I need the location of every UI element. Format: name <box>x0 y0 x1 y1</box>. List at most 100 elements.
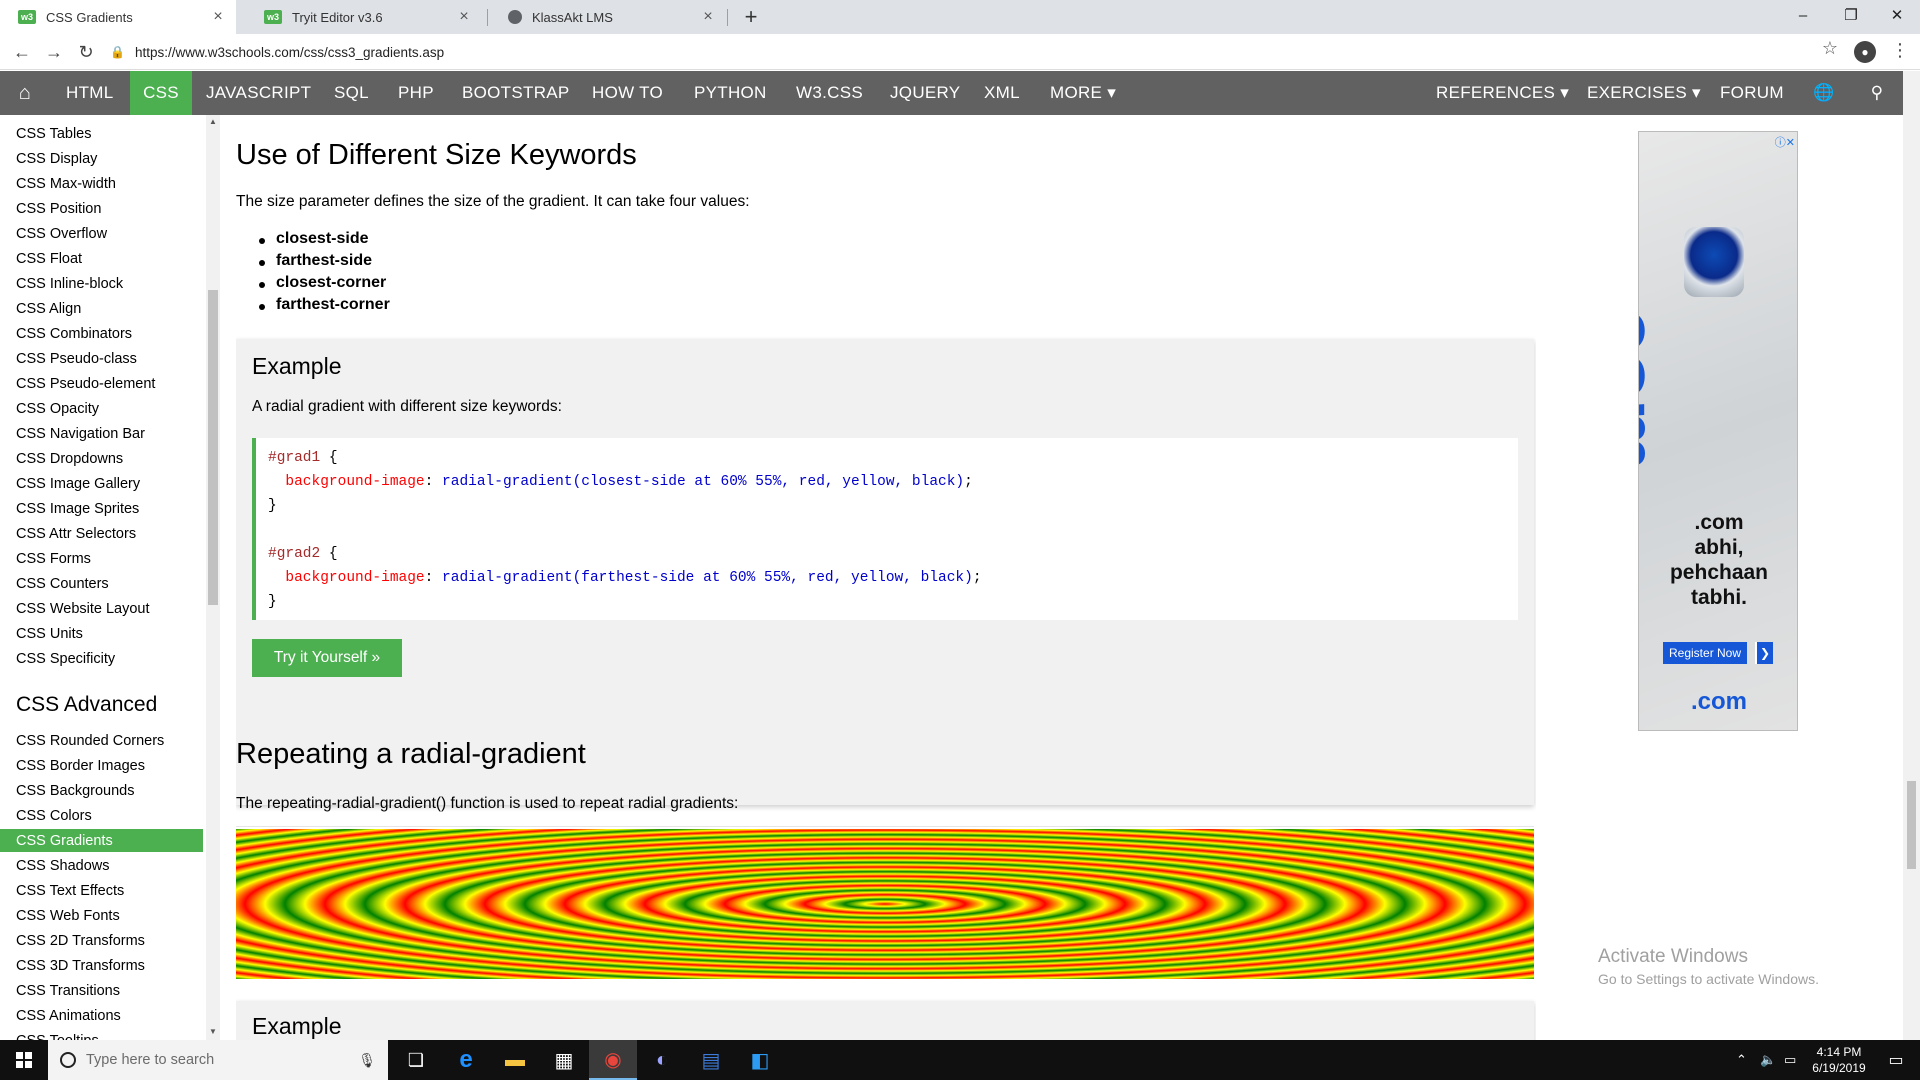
sidebar-item-css-pseudo-element[interactable]: CSS Pseudo-element <box>0 372 203 395</box>
scroll-up-arrow-icon[interactable]: ▲ <box>206 117 220 126</box>
sidebar-item-css-text-effects[interactable]: CSS Text Effects <box>0 879 203 902</box>
chrome-icon[interactable]: ◉ <box>589 1040 637 1080</box>
tray-chevron-icon[interactable]: ⌃ <box>1736 1040 1747 1080</box>
sidebar-item-css-image-sprites[interactable]: CSS Image Sprites <box>0 497 203 520</box>
nav-xml[interactable]: XML <box>970 71 1034 115</box>
sidebar-item-css-backgrounds[interactable]: CSS Backgrounds <box>0 779 203 802</box>
home-icon[interactable]: ⌂ <box>0 71 50 115</box>
nav-html[interactable]: HTML <box>52 71 127 115</box>
start-button[interactable] <box>0 1040 48 1080</box>
try-it-yourself-button[interactable]: Try it Yourself » <box>252 639 402 677</box>
edge-browser-icon[interactable]: e <box>442 1040 490 1080</box>
store-icon[interactable]: ▦ <box>540 1040 588 1080</box>
network-icon[interactable]: ▭ <box>1784 1040 1796 1080</box>
notifications-icon[interactable]: ▭ <box>1876 1040 1916 1080</box>
sidebar-item-css-tables[interactable]: CSS Tables <box>0 122 203 145</box>
close-icon[interactable]: × <box>456 8 472 26</box>
sidebar-item-css-display[interactable]: CSS Display <box>0 147 203 170</box>
url-field[interactable]: 🔒 https://www.w3schools.com/css/css3_gra… <box>110 38 1770 66</box>
sidebar-item-css-specificity[interactable]: CSS Specificity <box>0 647 203 670</box>
globe-translate-icon[interactable]: 🌐 <box>1800 71 1848 115</box>
sidebar-item-css-navigation-bar[interactable]: CSS Navigation Bar <box>0 422 203 445</box>
account-avatar-icon[interactable]: ● <box>1854 41 1876 63</box>
nav-css[interactable]: CSS <box>130 71 192 115</box>
taskbar-search-box[interactable]: Type here to search 🎙 <box>48 1040 388 1080</box>
chevron-right-icon[interactable]: ❯ <box>1755 642 1773 664</box>
browser-menu-icon[interactable]: ⋮ <box>1890 40 1910 61</box>
sidebar-item-css-transitions[interactable]: CSS Transitions <box>0 979 203 1002</box>
page-scroll-thumb[interactable] <box>1907 781 1916 869</box>
sidebar-item-css-units[interactable]: CSS Units <box>0 622 203 645</box>
page-scrollbar[interactable] <box>1903 71 1920 1040</box>
sidebar-item-css-position[interactable]: CSS Position <box>0 197 203 220</box>
sidebar-item-css-gradients[interactable]: CSS Gradients <box>0 829 203 852</box>
search-icon[interactable]: ⚲ <box>1852 71 1902 115</box>
close-window-button[interactable]: ✕ <box>1874 0 1920 30</box>
sidebar-item-css-counters[interactable]: CSS Counters <box>0 572 203 595</box>
sidebar-item-css-max-width[interactable]: CSS Max-width <box>0 172 203 195</box>
nav-forum[interactable]: FORUM <box>1706 71 1798 115</box>
file-explorer-icon[interactable]: ▬ <box>491 1040 539 1080</box>
close-icon[interactable]: × <box>210 8 226 26</box>
sidebar-item-css-border-images[interactable]: CSS Border Images <box>0 754 203 777</box>
bookmark-star-icon[interactable]: ☆ <box>1816 38 1844 59</box>
nav-sql[interactable]: SQL <box>320 71 383 115</box>
sidebar-item-css-2d-transforms[interactable]: CSS 2D Transforms <box>0 929 203 952</box>
code-line: } <box>268 498 277 514</box>
browser-tab-css-gradients[interactable]: w3 CSS Gradients × <box>0 0 236 34</box>
restore-button[interactable]: ❐ <box>1828 0 1874 30</box>
nav-w3css[interactable]: W3.CSS <box>782 71 877 115</box>
sidebar-item-css-align[interactable]: CSS Align <box>0 297 203 320</box>
browser-tab-klassakt-lms[interactable]: KlassAkt LMS × <box>490 0 726 34</box>
sidebar-item-css-float[interactable]: CSS Float <box>0 247 203 270</box>
sidebar-item-css-rounded-corners[interactable]: CSS Rounded Corners <box>0 729 203 752</box>
nav-bootstrap[interactable]: BOOTSTRAP <box>448 71 584 115</box>
nav-python[interactable]: PYTHON <box>680 71 781 115</box>
sidebar-item-css-opacity[interactable]: CSS Opacity <box>0 397 203 420</box>
minimize-button[interactable]: – <box>1780 0 1826 30</box>
eclipse-icon[interactable]: ◐ <box>638 1040 686 1080</box>
nav-references-dropdown[interactable]: REFERENCES ▾ <box>1422 71 1583 115</box>
new-tab-button[interactable]: + <box>738 4 764 30</box>
sidebar-item-css-pseudo-class[interactable]: CSS Pseudo-class <box>0 347 203 370</box>
sidebar-item-css-dropdowns[interactable]: CSS Dropdowns <box>0 447 203 470</box>
nav-how-to[interactable]: HOW TO <box>578 71 677 115</box>
sidebar-item-css-combinators[interactable]: CSS Combinators <box>0 322 203 345</box>
sidebar-item-css-3d-transforms[interactable]: CSS 3D Transforms <box>0 954 203 977</box>
taskbar-clock[interactable]: 4:14 PM 6/19/2019 <box>1804 1044 1874 1076</box>
sidebar-scrollbar[interactable]: ▲ ▼ <box>206 115 220 1040</box>
sidebar-item-css-shadows[interactable]: CSS Shadows <box>0 854 203 877</box>
nav-jquery[interactable]: JQUERY <box>876 71 974 115</box>
volume-icon[interactable]: 🔈 <box>1760 1040 1776 1080</box>
sidebar-item-css-inline-block[interactable]: CSS Inline-block <box>0 272 203 295</box>
back-button[interactable]: ← <box>8 38 36 66</box>
tab-title: KlassAkt LMS <box>532 9 613 25</box>
forward-button[interactable]: → <box>40 38 68 66</box>
sidebar-scroll-thumb[interactable] <box>208 290 218 605</box>
task-view-icon[interactable]: ❏ <box>392 1040 440 1080</box>
word-document-icon[interactable]: ▤ <box>687 1040 735 1080</box>
nav-javascript[interactable]: JAVASCRIPT <box>192 71 325 115</box>
nav-php[interactable]: PHP <box>384 71 448 115</box>
sidebar-item-css-attr-selectors[interactable]: CSS Attr Selectors <box>0 522 203 545</box>
sidebar-item-css-image-gallery[interactable]: CSS Image Gallery <box>0 472 203 495</box>
sidebar-item-css-overflow[interactable]: CSS Overflow <box>0 222 203 245</box>
sidebar-item-css-website-layout[interactable]: CSS Website Layout <box>0 597 203 620</box>
sidebar-item-css-web-fonts[interactable]: CSS Web Fonts <box>0 904 203 927</box>
sidebar-item-css-animations[interactable]: CSS Animations <box>0 1004 203 1027</box>
browser-tab-tryit-editor[interactable]: w3 Tryit Editor v3.6 × <box>246 0 482 34</box>
sidebar-item-css-colors[interactable]: CSS Colors <box>0 804 203 827</box>
ad-register-now-button[interactable]: Register Now <box>1663 642 1748 664</box>
microphone-icon[interactable]: 🎙 <box>358 1052 376 1069</box>
vscode-icon[interactable]: ◧ <box>736 1040 784 1080</box>
scroll-down-arrow-icon[interactable]: ▼ <box>206 1027 220 1036</box>
reload-button[interactable]: ↻ <box>72 38 100 66</box>
tab-title: Tryit Editor v3.6 <box>292 9 383 25</box>
nav-exercises-dropdown[interactable]: EXERCISES ▾ <box>1573 71 1715 115</box>
sidebar-item-css-forms[interactable]: CSS Forms <box>0 547 203 570</box>
nav-more-dropdown[interactable]: MORE ▾ <box>1036 71 1130 115</box>
advertisement-banner[interactable]: ⓘ✕ com .com abhi, pehchaan tabhi. Regist… <box>1638 131 1798 731</box>
ad-choices-icon[interactable]: ⓘ✕ <box>1775 134 1795 150</box>
sidebar-item-css-tooltips[interactable]: CSS Tooltips <box>0 1029 203 1041</box>
close-icon[interactable]: × <box>700 8 716 26</box>
